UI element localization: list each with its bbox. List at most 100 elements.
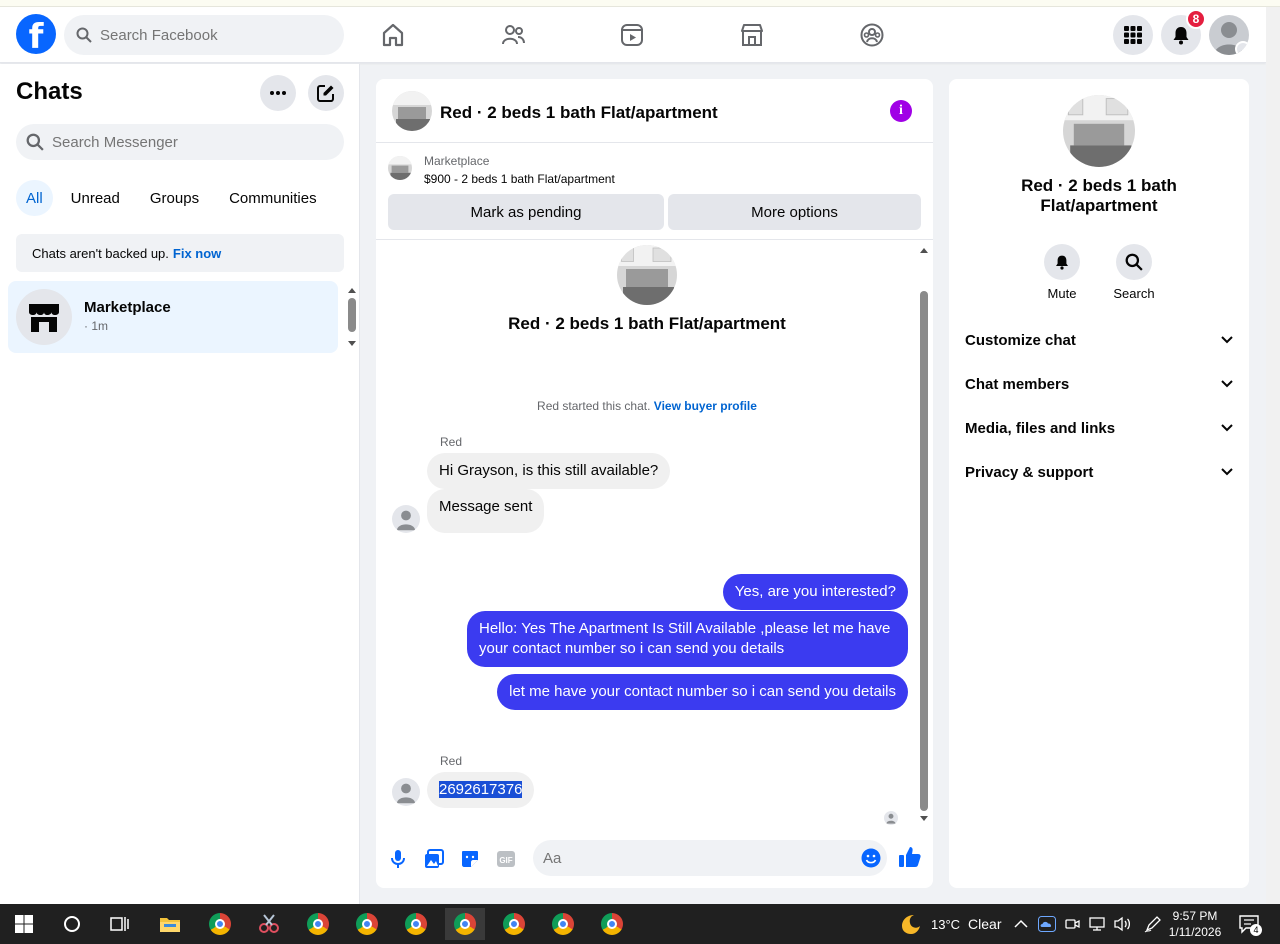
chevron-down-icon bbox=[1221, 424, 1233, 432]
chat-time: · 1m bbox=[84, 319, 108, 333]
weather-widget[interactable]: 13°C Clear bbox=[898, 904, 1002, 944]
conversation-avatar[interactable] bbox=[392, 91, 432, 131]
chrome-icon[interactable] bbox=[298, 908, 338, 940]
microphone-icon[interactable] bbox=[386, 847, 410, 871]
listing-thumbnail[interactable] bbox=[388, 156, 412, 180]
meet-icon[interactable] bbox=[1064, 916, 1080, 932]
grid-icon bbox=[1124, 26, 1142, 44]
facebook-logo[interactable]: f bbox=[16, 14, 56, 54]
chrome-profile-icon[interactable] bbox=[347, 908, 387, 940]
cortana-search-icon[interactable] bbox=[52, 908, 92, 940]
notification-badge: 8 bbox=[1186, 9, 1206, 29]
chats-title: Chats bbox=[16, 78, 83, 105]
chat-filters: All Unread Groups Communities bbox=[16, 180, 329, 216]
section-privacy-support[interactable]: Privacy & support bbox=[965, 450, 1233, 494]
facebook-search-input[interactable] bbox=[100, 26, 320, 44]
sender-name: Red bbox=[440, 435, 463, 449]
fix-now-link[interactable]: Fix now bbox=[173, 246, 221, 261]
seen-avatar bbox=[884, 811, 898, 825]
storefront-icon bbox=[29, 304, 59, 332]
sticker-icon[interactable] bbox=[458, 847, 482, 871]
filter-all[interactable]: All bbox=[16, 180, 53, 216]
thread-avatar[interactable] bbox=[617, 245, 677, 305]
mute-action[interactable]: Mute bbox=[1032, 244, 1092, 301]
filter-unread[interactable]: Unread bbox=[59, 180, 132, 216]
task-view-icon[interactable] bbox=[100, 908, 140, 940]
messenger-search[interactable] bbox=[16, 124, 344, 160]
message-bubble[interactable]: Message sent bbox=[427, 489, 545, 533]
chats-options-button[interactable] bbox=[260, 75, 296, 111]
section-chat-members[interactable]: Chat members bbox=[965, 362, 1233, 406]
new-message-button[interactable] bbox=[308, 75, 344, 111]
compose-icon bbox=[317, 85, 334, 102]
account-avatar[interactable] bbox=[1209, 15, 1249, 55]
message-input[interactable] bbox=[543, 849, 843, 867]
chat-list-item[interactable]: Marketplace · 1m bbox=[8, 281, 338, 353]
section-label: Privacy & support bbox=[965, 463, 1094, 481]
windows-start-icon[interactable] bbox=[4, 908, 44, 940]
message-input-box[interactable] bbox=[533, 840, 887, 876]
message-bubble[interactable]: Hi Grayson, is this still available? bbox=[427, 453, 671, 489]
sent-message-bubble[interactable]: Yes, are you interested? bbox=[722, 574, 908, 610]
section-customize-chat[interactable]: Customize chat bbox=[965, 318, 1233, 362]
filter-groups[interactable]: Groups bbox=[138, 180, 211, 216]
temperature: 13°C bbox=[931, 916, 961, 932]
section-media-files-links[interactable]: Media, files and links bbox=[965, 406, 1233, 450]
network-icon[interactable] bbox=[1088, 916, 1106, 932]
chrome-profile-icon[interactable] bbox=[543, 908, 583, 940]
chat-list-scrollbar[interactable] bbox=[346, 286, 358, 348]
sender-avatar[interactable] bbox=[392, 778, 420, 806]
sender-name: Red bbox=[440, 754, 463, 768]
more-icon bbox=[270, 91, 286, 95]
listing-price[interactable]: $900 - 2 beds 1 bath Flat/apartment bbox=[424, 172, 615, 186]
message-bubble[interactable]: 2692617376 bbox=[427, 772, 535, 808]
view-buyer-profile-link[interactable]: View buyer profile bbox=[654, 399, 757, 413]
sent-message-bubble[interactable]: Hello: Yes The Apartment Is Still Availa… bbox=[467, 611, 908, 667]
mark-as-pending-button[interactable]: Mark as pending bbox=[388, 194, 664, 230]
conversation-title[interactable]: Red · 2 beds 1 bath Flat/apartment bbox=[440, 103, 718, 123]
filter-communities[interactable]: Communities bbox=[217, 180, 329, 216]
user-silhouette-icon bbox=[396, 510, 416, 531]
groups-icon[interactable] bbox=[858, 21, 886, 49]
conversation-scrollbar[interactable] bbox=[918, 246, 930, 824]
snipping-tool-icon[interactable] bbox=[249, 908, 289, 940]
info-title: Red · 2 beds 1 bath Flat/apartment bbox=[1021, 176, 1177, 215]
friends-icon[interactable] bbox=[499, 21, 527, 49]
system-clock[interactable]: 9:57 PM 1/11/2026 bbox=[1160, 908, 1230, 940]
sender-avatar[interactable] bbox=[392, 505, 420, 533]
chrome-profile-icon[interactable] bbox=[592, 908, 632, 940]
emoji-icon[interactable] bbox=[861, 848, 881, 868]
search-action[interactable]: Search bbox=[1104, 244, 1164, 301]
file-explorer-icon[interactable] bbox=[150, 908, 190, 940]
home-icon[interactable] bbox=[379, 21, 407, 49]
photo-icon[interactable] bbox=[422, 847, 446, 871]
volume-icon[interactable] bbox=[1114, 916, 1132, 932]
menu-grid-button[interactable] bbox=[1113, 15, 1153, 55]
facebook-search[interactable] bbox=[64, 15, 344, 55]
marketplace-icon[interactable] bbox=[738, 21, 766, 49]
notification-count: 4 bbox=[1250, 924, 1262, 936]
info-icon[interactable]: i bbox=[890, 100, 912, 122]
selected-phone-number[interactable]: 2692617376 bbox=[439, 781, 523, 798]
sent-message-bubble[interactable]: let me have your contact number so i can… bbox=[497, 674, 908, 710]
action-center-icon[interactable]: 4 bbox=[1238, 904, 1262, 944]
messenger-search-input[interactable] bbox=[52, 133, 251, 151]
video-icon[interactable] bbox=[618, 21, 646, 49]
gif-icon[interactable]: GIF bbox=[494, 847, 518, 871]
chrome-profile-icon[interactable] bbox=[396, 908, 436, 940]
chrome-profile-icon[interactable] bbox=[494, 908, 534, 940]
search-label: Search bbox=[1113, 286, 1155, 301]
clock-time: 9:57 PM bbox=[1172, 909, 1218, 923]
chevron-up-icon[interactable] bbox=[1014, 919, 1028, 929]
section-label: Customize chat bbox=[965, 331, 1076, 349]
page-scrollbar[interactable] bbox=[1266, 7, 1280, 904]
chrome-active-icon[interactable] bbox=[445, 908, 485, 940]
info-avatar[interactable] bbox=[1063, 95, 1135, 167]
more-options-button[interactable]: More options bbox=[668, 194, 921, 230]
chrome-profile-icon[interactable] bbox=[200, 908, 240, 940]
chevron-down-icon bbox=[1221, 468, 1233, 476]
search-icon bbox=[76, 27, 92, 43]
cloud-icon[interactable] bbox=[1038, 916, 1056, 932]
thumbs-up-icon[interactable] bbox=[898, 845, 922, 869]
chat-name: Marketplace bbox=[84, 299, 171, 316]
